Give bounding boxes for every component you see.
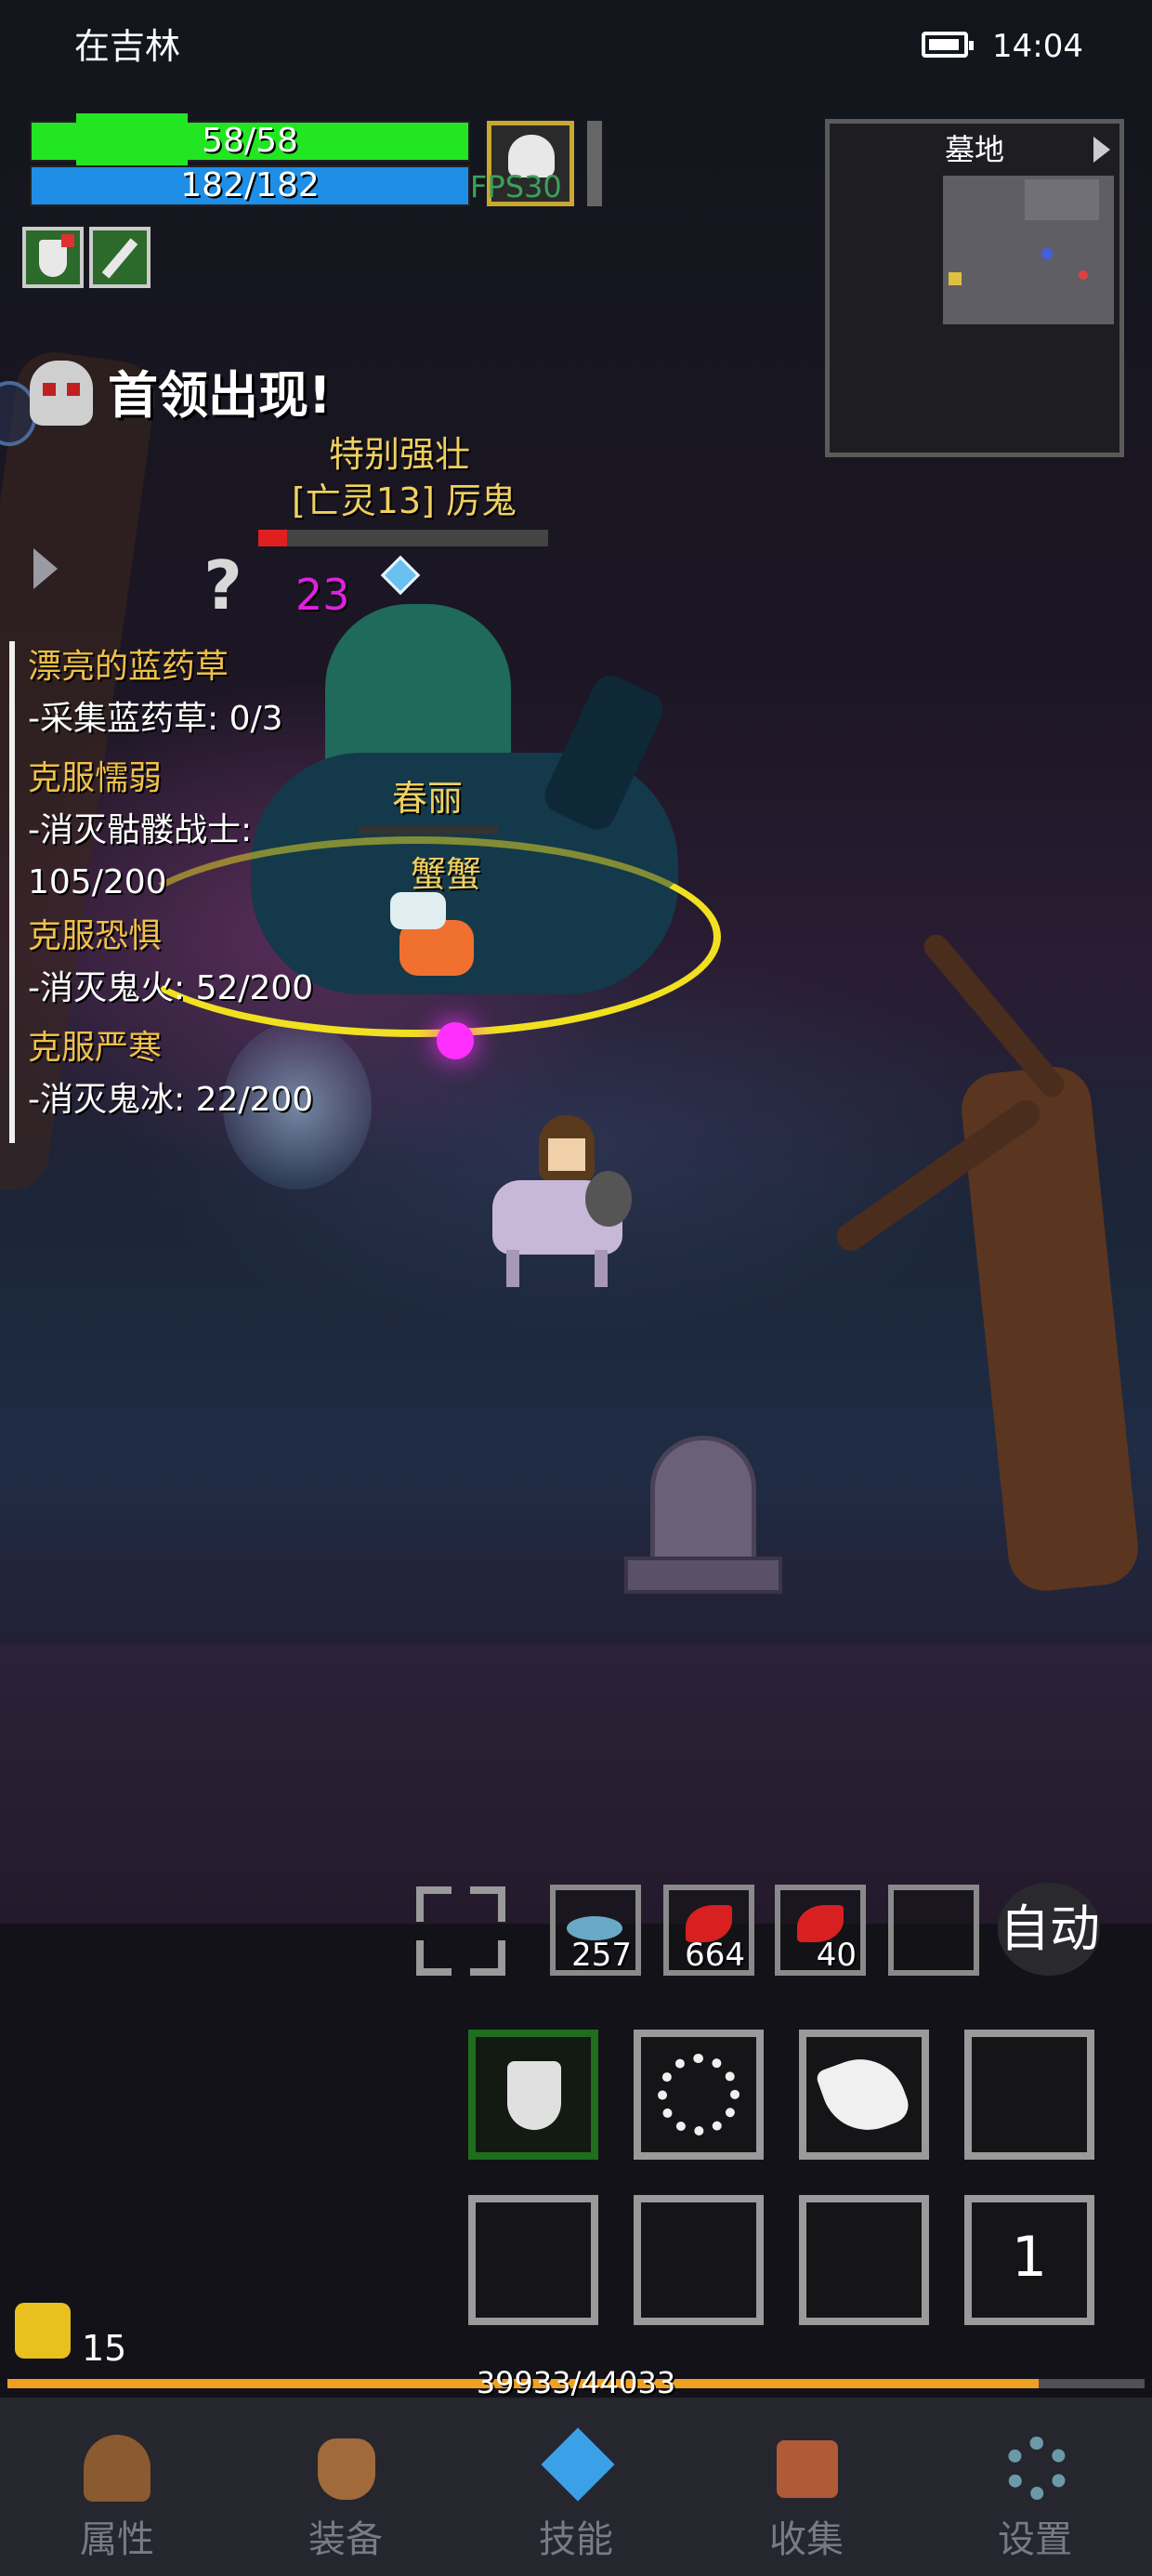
skill-slot-empty-4[interactable] [799,2195,929,2325]
book-icon [777,2440,838,2498]
nav-attributes[interactable]: 属性 [43,2416,191,2565]
level-icon [15,2303,71,2359]
quickbar-slot-2[interactable]: 664 [663,1885,754,1976]
quest-title: 克服严寒 [28,1029,163,1067]
auto-button-label: 自动 [1000,1899,1100,1958]
npc-name: 春丽 [391,778,463,819]
minimap-expand-icon[interactable] [1093,137,1110,163]
nav-collection[interactable]: 收集 [732,2416,881,2565]
quest-progress: -消灭骷髅战士: [28,811,253,849]
quest-title: 克服恐惧 [28,917,163,955]
unknown-item-icon[interactable]: ? [186,548,260,623]
player-character[interactable] [483,1115,641,1292]
item-count: 40 [816,1937,857,1974]
quest-progress: -消灭鬼冰: 22/200 [28,1081,314,1119]
nav-label: 装备 [308,2518,383,2561]
shield-icon [507,2061,561,2130]
hp-bar: 58/58 [30,113,470,169]
burst-icon [658,2054,740,2136]
clock: 14:04 [992,28,1083,65]
quest-progress-count: 105/200 [28,863,167,901]
quest-item[interactable]: 克服懦弱 -消灭骷髅战士: 105/200 [28,753,252,909]
boss-name: [亡灵13] 厉鬼 [291,480,517,521]
mp-bar: 182/182 [30,165,470,206]
boss-hp-bar [258,530,548,546]
minimap-enemy-marker-2 [1079,270,1088,280]
battery-icon [922,32,974,58]
minimap-terrain-inner [1025,179,1099,220]
portrait-side-bar [587,121,602,206]
crystal-icon [541,2427,615,2502]
buff-shield-icon[interactable] [22,227,84,288]
skill-slot-empty-3[interactable] [634,2195,764,2325]
auto-button[interactable]: 自动 [998,1883,1100,1976]
quickbar-slot-1[interactable]: 257 [550,1885,641,1976]
quest-progress: -采集蓝药草: 0/3 [28,700,283,738]
boss-alert-text: 首领出现! [108,366,332,425]
quest-progress: -消灭鬼火: 52/200 [28,969,314,1007]
nav-label: 设置 [998,2518,1072,2561]
pet-name: 蟹蟹 [410,854,481,895]
quest-panel-toggle-icon[interactable] [33,548,58,589]
quest-item[interactable]: 漂亮的蓝药草 -采集蓝药草: 0/3 [28,641,283,745]
skill-slot-empty-1[interactable] [964,2030,1094,2160]
gear-icon [1005,2437,1068,2500]
nav-label: 属性 [80,2518,154,2561]
skill-page-button[interactable]: 1 [964,2195,1094,2325]
nav-label: 技能 [539,2518,613,2561]
magic-spark [437,1022,474,1059]
tombstone[interactable] [624,1436,782,1594]
minimap-enemy-marker [1041,248,1053,259]
quest-title: 漂亮的蓝药草 [28,648,229,686]
skill-slot-empty-2[interactable] [468,2195,598,2325]
location-label: 在吉林 [74,26,181,67]
quest-item[interactable]: 克服严寒 -消灭鬼冰: 22/200 [28,1022,313,1126]
bag-icon [318,2438,375,2500]
npc-hp-bar [359,825,498,835]
minimap-title: 墓地 [944,132,1004,167]
target-lock-button[interactable] [416,1886,505,1976]
fps-counter: FPS30 [470,169,562,204]
hp-text: 58/58 [202,122,298,160]
nav-equipment[interactable]: 装备 [271,2416,420,2565]
quest-list[interactable]: 漂亮的蓝药草 -采集蓝药草: 0/3 克服懦弱 -消灭骷髅战士: 105/200… [9,641,405,1143]
buff-blade-icon[interactable] [89,227,151,288]
damage-number: 23 [295,570,350,620]
boss-hp-fill [258,530,288,546]
quest-title: 克服懦弱 [28,759,163,797]
skill-slot-shield[interactable] [468,2030,598,2160]
skill-slot-claw[interactable] [799,2030,929,2160]
helmet-icon [84,2435,151,2502]
ground-path [0,1645,1152,1924]
nav-skills[interactable]: 技能 [502,2416,650,2565]
quickbar-slot-empty[interactable] [888,1885,979,1976]
quickbar-slot-3[interactable]: 40 [775,1885,866,1976]
item-count: 664 [685,1937,745,1974]
skill-slot-burst[interactable] [634,2030,764,2160]
claw-icon [814,2046,914,2143]
mp-text: 182/182 [180,166,320,204]
boss-alert-skull-icon [30,361,93,426]
quest-item[interactable]: 克服恐惧 -消灭鬼火: 52/200 [28,911,313,1015]
nav-settings[interactable]: 设置 [961,2416,1109,2565]
minimap[interactable]: 墓地 [825,119,1124,457]
minimap-player-marker [949,272,962,285]
skill-page-number: 1 [1011,2225,1048,2290]
nav-label: 收集 [769,2518,844,2561]
item-count: 257 [571,1937,632,1974]
level-value: 15 [82,2328,127,2369]
boss-trait: 特别强壮 [328,434,470,475]
